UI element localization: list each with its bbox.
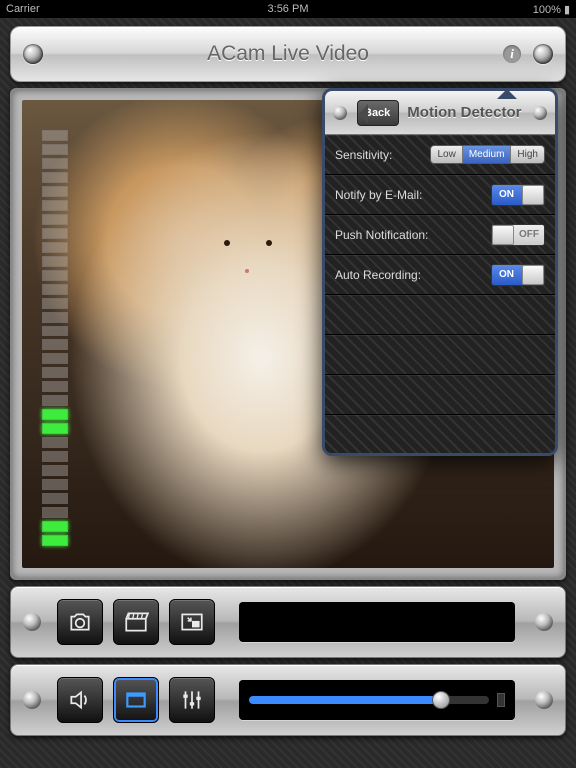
- snapshot-button[interactable]: [57, 599, 103, 645]
- app-title: ACam Live Video: [207, 42, 369, 66]
- speaker-icon: [67, 687, 93, 713]
- vu-segment: [42, 242, 68, 253]
- overlay-icon: [123, 687, 149, 713]
- overlay-button[interactable]: [113, 677, 159, 723]
- vu-segment: [42, 144, 68, 155]
- vu-segment: [42, 326, 68, 337]
- sensitivity-option-medium[interactable]: Medium: [463, 146, 512, 163]
- rivet-icon: [535, 691, 553, 709]
- vu-segment: [42, 256, 68, 267]
- vu-meter: [42, 130, 68, 546]
- notify-email-toggle[interactable]: ON: [491, 184, 545, 206]
- auto-recording-row: Auto Recording: ON: [325, 255, 555, 295]
- sensitivity-option-high[interactable]: High: [511, 146, 544, 163]
- vu-segment: [42, 465, 68, 476]
- rivet-icon: [23, 691, 41, 709]
- status-display: [239, 602, 515, 642]
- rivet-icon: [533, 106, 547, 120]
- record-button[interactable]: [113, 599, 159, 645]
- vu-segment: [42, 367, 68, 378]
- vu-segment: [42, 409, 68, 420]
- volume-slider-container: [239, 680, 515, 720]
- vu-segment: [42, 298, 68, 309]
- popover-header: Back Motion Detector: [325, 91, 555, 135]
- vu-segment: [42, 312, 68, 323]
- vu-segment: [42, 493, 68, 504]
- vu-segment: [42, 381, 68, 392]
- vu-segment: [42, 423, 68, 434]
- popover-body: Sensitivity: LowMediumHigh Notify by E-M…: [325, 135, 555, 453]
- rivet-icon: [23, 613, 41, 631]
- vu-segment: [42, 172, 68, 183]
- vu-segment: [42, 395, 68, 406]
- vu-segment: [42, 437, 68, 448]
- vu-segment: [42, 339, 68, 350]
- pip-button[interactable]: [169, 599, 215, 645]
- vu-segment: [42, 451, 68, 462]
- vu-segment: [42, 507, 68, 518]
- app-header: ACam Live Video i: [10, 26, 566, 82]
- carrier-label: Carrier: [6, 3, 40, 15]
- vu-segment: [42, 186, 68, 197]
- clock: 3:56 PM: [268, 3, 309, 15]
- sensitivity-option-low[interactable]: Low: [431, 146, 462, 163]
- empty-row: [325, 335, 555, 375]
- status-bar: Carrier 3:56 PM 100% ▮: [0, 0, 576, 18]
- sensitivity-segmented-control[interactable]: LowMediumHigh: [430, 145, 545, 164]
- info-button[interactable]: i: [503, 45, 521, 63]
- equalizer-button[interactable]: [169, 677, 215, 723]
- rivet-icon: [533, 44, 553, 64]
- auto-recording-label: Auto Recording:: [335, 268, 421, 282]
- push-notification-row: Push Notification: OFF: [325, 215, 555, 255]
- vu-segment: [42, 214, 68, 225]
- battery-label: 100% ▮: [533, 3, 570, 16]
- auto-recording-toggle[interactable]: ON: [491, 264, 545, 286]
- vu-segment: [42, 228, 68, 239]
- sensitivity-row: Sensitivity: LowMediumHigh: [325, 135, 555, 175]
- audio-toolbar: [10, 664, 566, 736]
- vu-segment: [42, 353, 68, 364]
- vu-segment: [42, 200, 68, 211]
- vu-segment: [42, 479, 68, 490]
- vu-segment: [42, 521, 68, 532]
- camera-icon: [67, 609, 93, 635]
- push-notification-toggle[interactable]: OFF: [491, 224, 545, 246]
- pip-icon: [179, 609, 205, 635]
- slider-thumb[interactable]: [432, 691, 450, 709]
- rivet-icon: [333, 106, 347, 120]
- empty-row: [325, 295, 555, 335]
- settings-popover: Back Motion Detector Sensitivity: LowMed…: [322, 88, 558, 456]
- slider-endcap-icon: [497, 693, 505, 707]
- sensitivity-label: Sensitivity:: [335, 148, 392, 162]
- empty-row: [325, 415, 555, 455]
- vu-segment: [42, 130, 68, 141]
- vu-segment: [42, 284, 68, 295]
- equalizer-icon: [179, 687, 205, 713]
- popover-title: Motion Detector: [407, 104, 525, 121]
- vu-segment: [42, 270, 68, 281]
- vu-segment: [42, 158, 68, 169]
- rivet-icon: [535, 613, 553, 631]
- speaker-button[interactable]: [57, 677, 103, 723]
- push-notification-label: Push Notification:: [335, 228, 428, 242]
- notify-email-label: Notify by E-Mail:: [335, 188, 422, 202]
- notify-email-row: Notify by E-Mail: ON: [325, 175, 555, 215]
- clapperboard-icon: [123, 609, 149, 635]
- volume-slider[interactable]: [249, 696, 489, 704]
- capture-toolbar: [10, 586, 566, 658]
- rivet-icon: [23, 44, 43, 64]
- empty-row: [325, 375, 555, 415]
- back-button[interactable]: Back: [357, 100, 399, 126]
- vu-segment: [42, 535, 68, 546]
